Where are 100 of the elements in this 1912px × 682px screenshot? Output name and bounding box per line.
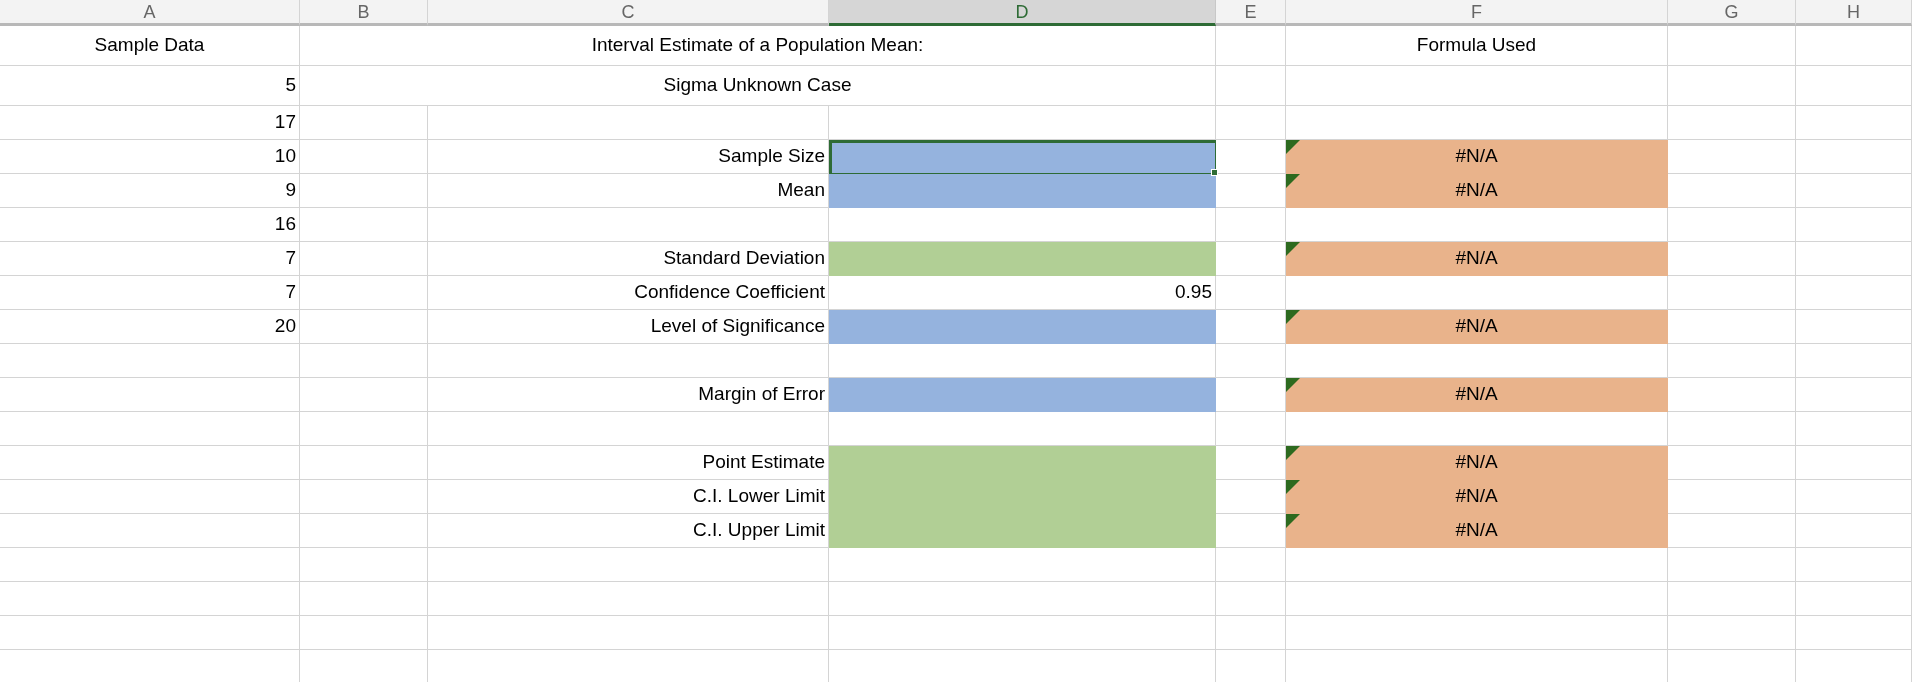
column-header[interactable]: D: [829, 0, 1216, 26]
table-cell[interactable]: Sample Data: [0, 26, 300, 66]
column-header[interactable]: G: [1668, 0, 1796, 26]
table-cell[interactable]: #N/A: [1286, 446, 1668, 480]
empty-cell[interactable]: [300, 310, 428, 344]
empty-cell[interactable]: [300, 276, 428, 310]
empty-cell[interactable]: [1286, 616, 1668, 650]
empty-cell[interactable]: [1286, 582, 1668, 616]
empty-cell[interactable]: [300, 344, 428, 378]
empty-cell[interactable]: [1668, 276, 1796, 310]
empty-cell[interactable]: [428, 106, 829, 140]
table-cell[interactable]: Standard Deviation: [428, 242, 829, 276]
empty-cell[interactable]: [1216, 276, 1286, 310]
empty-cell[interactable]: [1216, 106, 1286, 140]
empty-cell[interactable]: [829, 582, 1216, 616]
table-cell[interactable]: #N/A: [1286, 310, 1668, 344]
empty-cell[interactable]: [1216, 66, 1286, 106]
table-cell[interactable]: Interval Estimate of a Population Mean:: [300, 26, 1216, 66]
highlighted-cell[interactable]: [829, 514, 1216, 548]
table-cell[interactable]: #N/A: [1286, 480, 1668, 514]
empty-cell[interactable]: [1796, 548, 1912, 582]
empty-cell[interactable]: [0, 480, 300, 514]
table-cell[interactable]: C.I. Lower Limit: [428, 480, 829, 514]
empty-cell[interactable]: [1796, 140, 1912, 174]
empty-cell[interactable]: [1796, 276, 1912, 310]
empty-cell[interactable]: [1216, 26, 1286, 66]
empty-cell[interactable]: [300, 242, 428, 276]
empty-cell[interactable]: [300, 140, 428, 174]
empty-cell[interactable]: [1796, 26, 1912, 66]
empty-cell[interactable]: [1286, 548, 1668, 582]
empty-cell[interactable]: [0, 446, 300, 480]
table-cell[interactable]: 17: [0, 106, 300, 140]
table-cell[interactable]: #N/A: [1286, 378, 1668, 412]
empty-cell[interactable]: [1796, 174, 1912, 208]
column-header[interactable]: F: [1286, 0, 1668, 26]
empty-cell[interactable]: [1796, 242, 1912, 276]
highlighted-cell[interactable]: [829, 378, 1216, 412]
empty-cell[interactable]: [1796, 208, 1912, 242]
empty-cell[interactable]: [1668, 616, 1796, 650]
empty-cell[interactable]: [1668, 26, 1796, 66]
empty-cell[interactable]: [428, 344, 829, 378]
empty-cell[interactable]: [0, 412, 300, 446]
empty-cell[interactable]: [1796, 446, 1912, 480]
empty-cell[interactable]: [1796, 344, 1912, 378]
empty-cell[interactable]: [1668, 66, 1796, 106]
table-cell[interactable]: #N/A: [1286, 140, 1668, 174]
empty-cell[interactable]: [0, 616, 300, 650]
empty-cell[interactable]: [1216, 208, 1286, 242]
empty-cell[interactable]: [1668, 548, 1796, 582]
table-cell[interactable]: Level of Significance: [428, 310, 829, 344]
empty-cell[interactable]: [1796, 310, 1912, 344]
empty-cell[interactable]: [1796, 616, 1912, 650]
empty-cell[interactable]: [300, 480, 428, 514]
empty-cell[interactable]: [1216, 582, 1286, 616]
table-cell[interactable]: Mean: [428, 174, 829, 208]
empty-cell[interactable]: [1668, 208, 1796, 242]
empty-cell[interactable]: [428, 582, 829, 616]
empty-cell[interactable]: [1286, 66, 1668, 106]
empty-cell[interactable]: [1668, 344, 1796, 378]
empty-cell[interactable]: [428, 548, 829, 582]
empty-cell[interactable]: [1668, 412, 1796, 446]
empty-cell[interactable]: [428, 208, 829, 242]
table-cell[interactable]: Confidence Coefficient: [428, 276, 829, 310]
table-cell[interactable]: #N/A: [1286, 174, 1668, 208]
column-header[interactable]: C: [428, 0, 829, 26]
empty-cell[interactable]: [1796, 106, 1912, 140]
table-cell[interactable]: C.I. Upper Limit: [428, 514, 829, 548]
table-cell[interactable]: #N/A: [1286, 514, 1668, 548]
empty-cell[interactable]: [300, 174, 428, 208]
empty-cell[interactable]: [1796, 66, 1912, 106]
table-cell[interactable]: Sample Size: [428, 140, 829, 174]
empty-cell[interactable]: [300, 106, 428, 140]
highlighted-cell[interactable]: [829, 242, 1216, 276]
empty-cell[interactable]: [1796, 412, 1912, 446]
fill-handle[interactable]: [1211, 169, 1218, 176]
table-cell[interactable]: 20: [0, 310, 300, 344]
empty-cell[interactable]: [300, 446, 428, 480]
empty-cell[interactable]: [829, 548, 1216, 582]
empty-cell[interactable]: [1668, 582, 1796, 616]
empty-cell[interactable]: [1796, 480, 1912, 514]
table-cell[interactable]: 7: [0, 242, 300, 276]
table-cell[interactable]: 16: [0, 208, 300, 242]
highlighted-cell[interactable]: [829, 174, 1216, 208]
highlighted-cell[interactable]: [829, 446, 1216, 480]
column-header[interactable]: E: [1216, 0, 1286, 26]
empty-cell[interactable]: [300, 548, 428, 582]
empty-cell[interactable]: [0, 378, 300, 412]
empty-cell[interactable]: [300, 412, 428, 446]
empty-cell[interactable]: [1796, 514, 1912, 548]
highlighted-cell[interactable]: [829, 310, 1216, 344]
empty-cell[interactable]: [300, 378, 428, 412]
column-header[interactable]: B: [300, 0, 428, 26]
column-header[interactable]: A: [0, 0, 300, 26]
table-cell[interactable]: Point Estimate: [428, 446, 829, 480]
empty-cell[interactable]: [300, 514, 428, 548]
empty-cell[interactable]: [1668, 106, 1796, 140]
table-cell[interactable]: #N/A: [1286, 242, 1668, 276]
highlighted-cell[interactable]: [829, 140, 1216, 174]
column-header[interactable]: H: [1796, 0, 1912, 26]
table-cell[interactable]: Formula Used: [1286, 26, 1668, 66]
